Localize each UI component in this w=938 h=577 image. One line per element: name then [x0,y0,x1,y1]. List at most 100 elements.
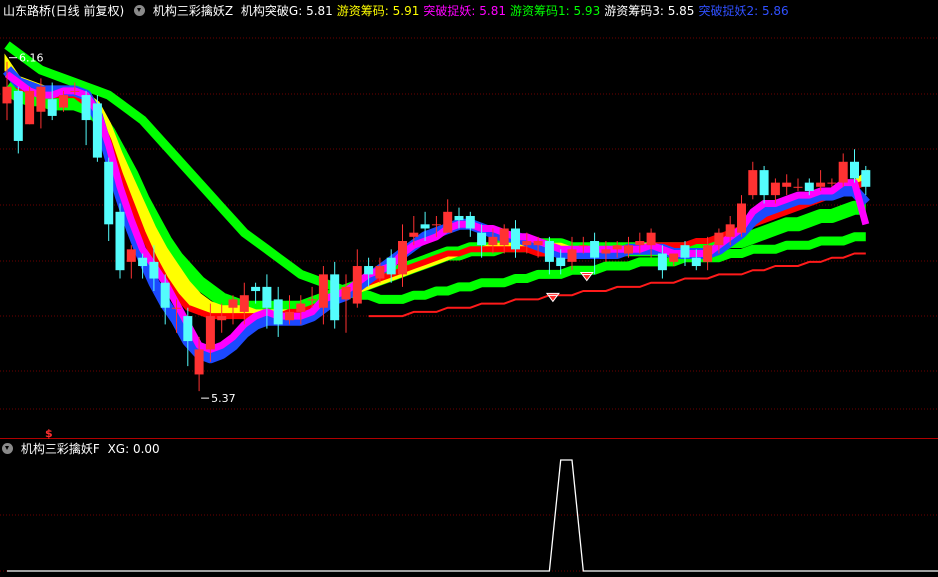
candle-body [669,253,679,262]
candle-body [138,257,148,267]
candle-body [556,257,566,267]
candle-body [748,170,758,196]
indicator-value-number: 5.81 [475,4,506,18]
candle-body [488,236,498,246]
candle-body [793,186,803,188]
indicator-value-number: 5.85 [663,4,695,18]
settings-gear-icon[interactable] [2,443,13,454]
chart-canvas: 6.16 5.37 $ [0,37,938,572]
candle-body [680,245,690,258]
candle-body [172,307,181,309]
indicator-name: 机构三彩擒妖Z [152,4,234,18]
candle-body [612,245,622,250]
candle-body [533,241,543,246]
indicator-value-item: 突破捉妖: [423,4,476,18]
diamond-signal-icon [579,272,594,282]
candle-body [307,299,317,301]
candle-body [70,90,80,92]
candle-body [601,249,611,254]
candle-body [657,253,667,271]
sub-indicator-values: XG: 0.00 [108,442,164,456]
indicator-values: 机构突破G: 5.81 游资筹码: 5.91 突破捉妖: 5.81 游资筹码1: 5.… [241,4,793,18]
candle-body [375,266,385,279]
candle-body [239,295,249,312]
symbol-title: 山东路桥(日线 前复权) [3,4,125,18]
indicator-value-number: 5.86 [758,4,789,18]
sub-indicator-name: 机构三彩擒妖F [20,442,100,456]
candle-body [567,249,577,262]
candle-body [816,182,826,187]
candle-body [511,228,520,250]
indicator-value-item: XG: [107,442,130,456]
candle-body [81,95,91,121]
candle-body [228,299,238,308]
candle-body [624,245,633,254]
candle-body [149,261,159,279]
diamond-signal-icon [545,292,560,303]
candle-body [341,286,351,300]
candle-body [126,249,136,262]
candle-body [398,241,407,275]
candle-body [454,215,464,221]
candle-body [770,182,780,196]
candle-body [737,203,746,233]
dollar-marker-icon: $ [45,427,53,440]
candle-body [759,170,769,196]
candle-body [13,90,23,141]
candle-body [47,99,57,116]
indicator-value-item: 游资筹码1: [509,4,570,18]
indicator-value-number: 5.81 [302,4,333,18]
candle-body [296,303,306,312]
main-header: 山东路桥(日线 前复权) 机构三彩擒妖Z 机构突破G: 5.81 游资筹码: 5.… [0,2,797,20]
candle-body [364,266,374,275]
candle-body [104,161,114,225]
candle-body [804,182,814,191]
candle-body [59,95,68,108]
series-游资筹码-band [4,53,869,319]
candle-body [420,224,430,229]
candle-body [544,241,554,262]
candle-body [330,274,340,321]
candle-body [262,286,272,308]
candle-body [590,241,600,258]
candle-body [635,241,645,246]
candle-body [431,224,441,226]
candle-body [217,316,227,321]
candle-body [714,232,724,246]
candle-body [194,349,204,375]
candle-body [386,257,396,275]
candle-body [646,232,656,246]
candle-body [2,86,12,104]
candle-body [352,266,362,304]
candle-body [25,90,35,125]
candle-body [838,161,848,183]
candle-body [827,182,837,184]
indicator-bands [2,41,870,364]
candle-body [782,182,792,187]
candle-body [251,286,261,292]
indicator-value-item: 游资筹码3: [604,4,664,18]
settings-gear-icon[interactable] [134,5,146,16]
sub-header: 机构三彩擒妖F XG: 0.00 [0,440,168,458]
candle-body [691,257,701,267]
candle-body [318,274,328,308]
candle-body [499,228,509,246]
candle-body [465,215,475,229]
candle-body [183,316,193,342]
candle-body [861,170,871,187]
candle-body [703,245,713,262]
candle-body [273,299,283,325]
candle-body [477,232,487,246]
candle-body [115,211,125,271]
price-label: 5.37 [211,392,236,405]
candle-body [850,161,859,179]
indicator-value-item: 突破捉妖2: [698,4,759,18]
candle-body [443,211,453,233]
indicator-value-item: 游资筹码: [336,4,389,18]
indicator-value-number: 5.93 [569,4,601,18]
candle-body [578,245,588,247]
candle-body [92,103,102,158]
candle-body [160,282,170,308]
candle-body [285,311,294,321]
indicator-value-number: 5.91 [388,4,420,18]
